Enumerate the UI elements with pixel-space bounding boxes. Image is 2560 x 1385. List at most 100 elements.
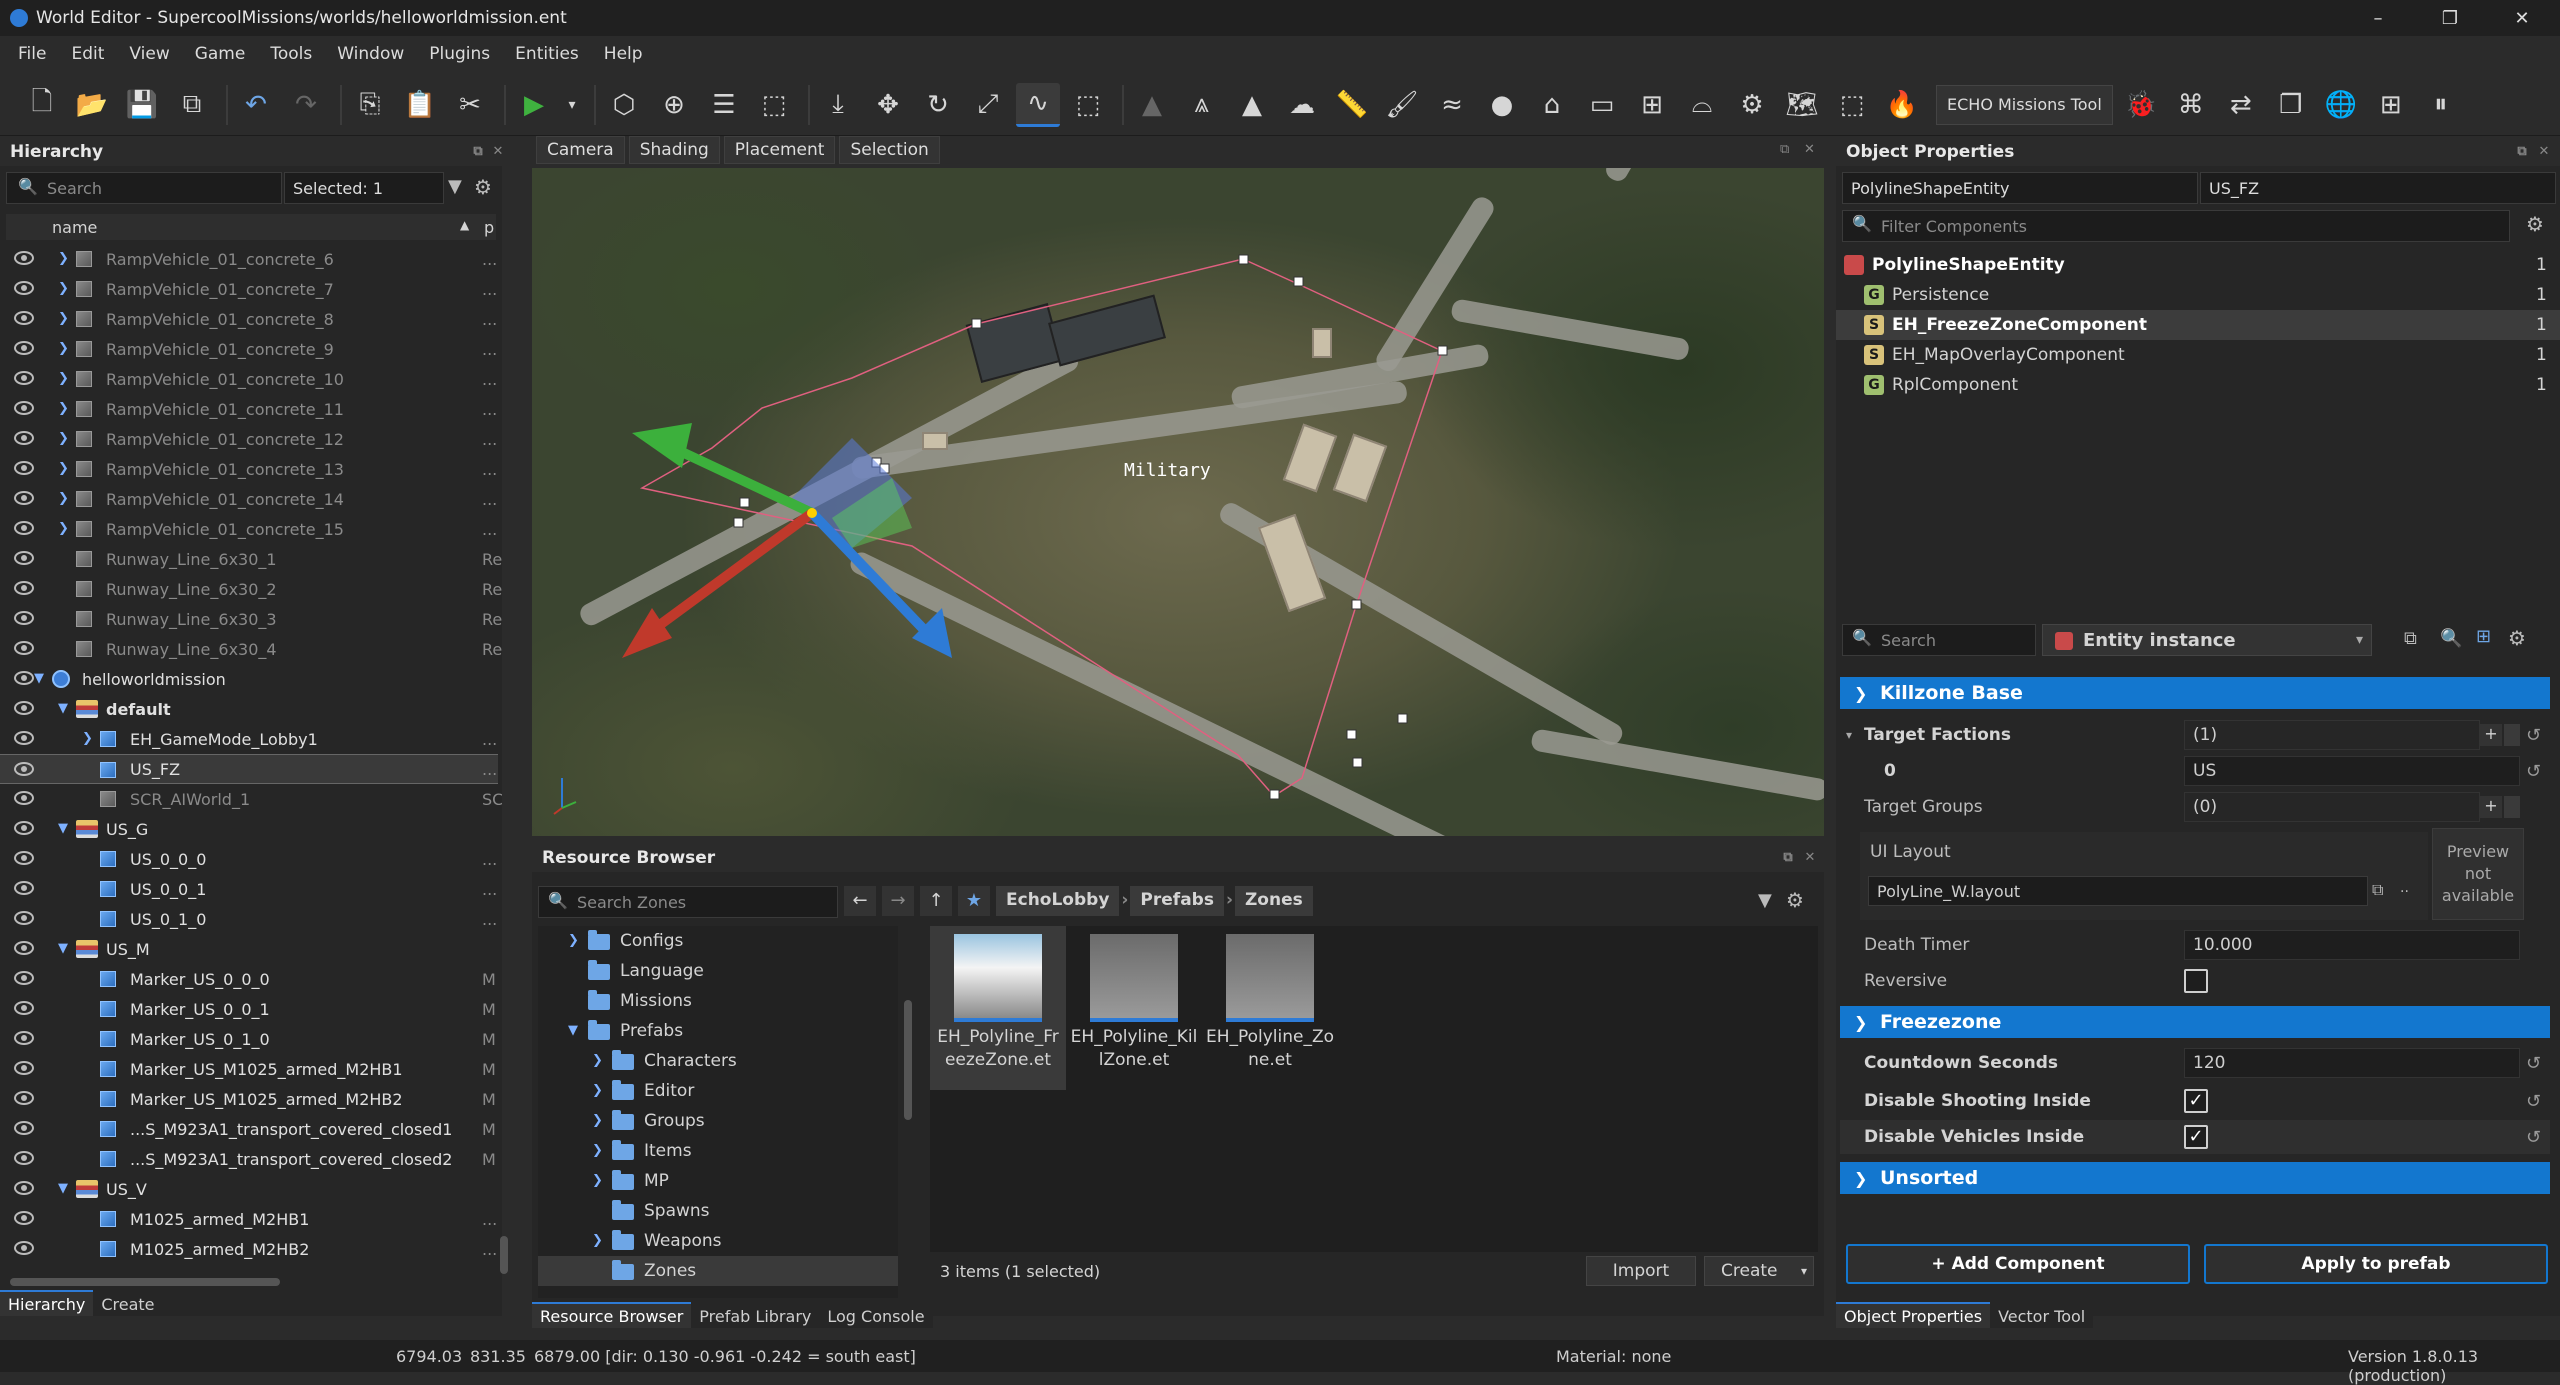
close-panel-icon[interactable]: ✕ [490, 144, 506, 160]
reset-icon[interactable]: ↺ [2526, 1091, 2541, 1112]
reversive-checkbox[interactable] [2184, 969, 2208, 993]
tree-view-icon[interactable]: ⊞ [2476, 626, 2491, 647]
component-row[interactable]: S EH_MapOverlayComponent 1 [1836, 340, 2560, 370]
folder-row[interactable]: ❯ Editor [538, 1076, 898, 1106]
marquee-icon[interactable]: ⬚ [1066, 83, 1110, 127]
visibility-eye-icon[interactable] [14, 251, 34, 265]
breadcrumb-echolobby[interactable]: EchoLobby [996, 886, 1120, 916]
tree-row[interactable]: Marker_US_0_0_0 M [0, 964, 498, 994]
menu-file[interactable]: File [18, 44, 46, 64]
chevron-right-icon[interactable]: ❯ [58, 311, 69, 326]
save-icon[interactable]: 💾 [120, 83, 164, 127]
add-icon[interactable]: + [2480, 796, 2502, 818]
play-dropdown-icon[interactable]: ▾ [562, 83, 582, 127]
tree-row[interactable]: ❯ RampVehicle_01_concrete_15... [0, 514, 498, 544]
visibility-eye-icon[interactable] [14, 1031, 34, 1045]
bug-icon[interactable]: 🐞 [2119, 83, 2163, 127]
chevron-down-icon[interactable]: ▼ [568, 1023, 578, 1038]
tree-row[interactable]: US_0_0_0... [0, 844, 498, 874]
chevron-right-icon[interactable]: ❯ [58, 281, 69, 296]
move-icon[interactable]: ✥ [866, 83, 910, 127]
visibility-eye-icon[interactable] [14, 311, 34, 325]
file-item[interactable]: EH_Polyline_Zo ne.et [1202, 926, 1338, 1090]
tree-row[interactable]: ▼ US_V [0, 1174, 498, 1204]
breadcrumb-prefabs[interactable]: Prefabs [1130, 886, 1224, 916]
chevron-right-icon[interactable]: ❯ [58, 461, 69, 476]
tab-resource-browser[interactable]: Resource Browser [532, 1302, 692, 1328]
visibility-eye-icon[interactable] [14, 762, 34, 776]
tab-camera[interactable]: Camera [536, 136, 625, 164]
gear-icon[interactable]: ⚙ [1786, 888, 1804, 912]
visibility-eye-icon[interactable] [14, 341, 34, 355]
prefab-icon[interactable]: ⌂ [1530, 83, 1574, 127]
visibility-eye-icon[interactable] [14, 371, 34, 385]
entity-instance-select[interactable]: Entity instance ▾ [2042, 624, 2372, 656]
scale-icon[interactable]: ⤢ [966, 83, 1010, 127]
tab-object-properties[interactable]: Object Properties [1836, 1302, 1991, 1328]
paste-icon[interactable]: 📋 [398, 83, 442, 127]
visibility-eye-icon[interactable] [14, 1241, 34, 1255]
paint-icon[interactable]: ≈ [1430, 83, 1474, 127]
tree-row[interactable]: Marker_US_M1025_armed_M2HB1 M [0, 1054, 498, 1084]
close-viewport-icon[interactable]: ✕ [1804, 142, 1815, 157]
globe-icon[interactable]: 🌐 [2319, 83, 2363, 127]
chevron-right-icon[interactable]: ❯ [58, 341, 69, 356]
sphere-icon[interactable]: ● [1480, 83, 1524, 127]
visibility-eye-icon[interactable] [14, 821, 34, 835]
box-icon[interactable]: ▭ [1580, 83, 1624, 127]
tree-row[interactable]: ▼ helloworldmission [0, 664, 498, 694]
import-button[interactable]: Import [1586, 1256, 1696, 1286]
select-transform-icon[interactable]: ⬚ [752, 83, 796, 127]
component-row[interactable]: G RplComponent 1 [1836, 370, 2560, 400]
chevron-right-icon[interactable]: ❯ [82, 731, 93, 746]
entity-name-input[interactable]: US_FZ [2200, 172, 2556, 204]
tree-row[interactable]: ❯ RampVehicle_01_concrete_14... [0, 484, 498, 514]
chevron-right-icon[interactable]: ❯ [58, 521, 69, 536]
folder-row[interactable]: ❯ Characters [538, 1046, 898, 1076]
visibility-eye-icon[interactable] [14, 701, 34, 715]
tree-row[interactable]: ❯ RampVehicle_01_concrete_7... [0, 274, 498, 304]
gear-icon[interactable]: ⚙ [2508, 626, 2526, 650]
visibility-eye-icon[interactable] [14, 911, 34, 925]
open-external-icon[interactable]: ⧉ [2372, 880, 2383, 900]
section-killzone-base[interactable]: ❯ Killzone Base [1840, 677, 2550, 709]
visibility-eye-icon[interactable] [14, 881, 34, 895]
cut-icon[interactable]: ✂ [448, 83, 492, 127]
tree-row[interactable]: Marker_US_0_1_0 M [0, 1024, 498, 1054]
file-item-selected[interactable]: EH_Polyline_Fr eezeZone.et [930, 926, 1066, 1090]
close-panel-icon[interactable]: ✕ [2536, 144, 2552, 160]
folder-row[interactable]: Missions [538, 986, 898, 1016]
folder-row[interactable]: ❯ MP [538, 1166, 898, 1196]
chevron-right-icon[interactable]: ❯ [592, 1233, 603, 1248]
visibility-eye-icon[interactable] [14, 491, 34, 505]
reset-icon[interactable]: ↺ [2526, 1053, 2541, 1074]
layers-icon[interactable]: ☰ [702, 83, 746, 127]
new-file-icon[interactable]: 🗋 [20, 83, 64, 127]
cube-icon[interactable]: ⬡ [602, 83, 646, 127]
ui-layout-input[interactable]: PolyLine_W.layout [1868, 876, 2368, 906]
chevron-down-icon[interactable]: ▼ [58, 941, 68, 956]
column-p[interactable]: p [484, 218, 494, 237]
tab-prefab-library[interactable]: Prefab Library [691, 1302, 820, 1328]
disable-shooting-checkbox[interactable]: ✓ [2184, 1089, 2208, 1113]
open-external-icon[interactable]: ⧉ [2404, 628, 2417, 649]
visibility-eye-icon[interactable] [14, 461, 34, 475]
visibility-eye-icon[interactable] [14, 1091, 34, 1105]
visibility-eye-icon[interactable] [14, 851, 34, 865]
visibility-eye-icon[interactable] [14, 1181, 34, 1195]
tree-row[interactable]: Runway_Line_6x30_3 Re [0, 604, 502, 634]
hierarchy-search-input[interactable]: Search [6, 172, 282, 204]
echo-missions-tool-button[interactable]: ECHO Missions Tool [1936, 84, 2113, 125]
visibility-eye-icon[interactable] [14, 1121, 34, 1135]
tree-row[interactable]: US_0_0_1... [0, 874, 498, 904]
visibility-eye-icon[interactable] [14, 641, 34, 655]
tab-shading[interactable]: Shading [628, 136, 720, 164]
folder-row[interactable]: ❯ Groups [538, 1106, 898, 1136]
chevron-down-icon[interactable]: ▼ [58, 1181, 68, 1196]
export-icon[interactable]: ⧉ [170, 83, 214, 127]
section-freezezone[interactable]: ❯ Freezezone [1840, 1006, 2550, 1038]
menu-entities[interactable]: Entities [515, 44, 579, 64]
visibility-eye-icon[interactable] [14, 551, 34, 565]
resource-search-input[interactable]: Search Zones [538, 886, 838, 918]
sort-arrow-icon[interactable]: ▲ [460, 218, 469, 232]
